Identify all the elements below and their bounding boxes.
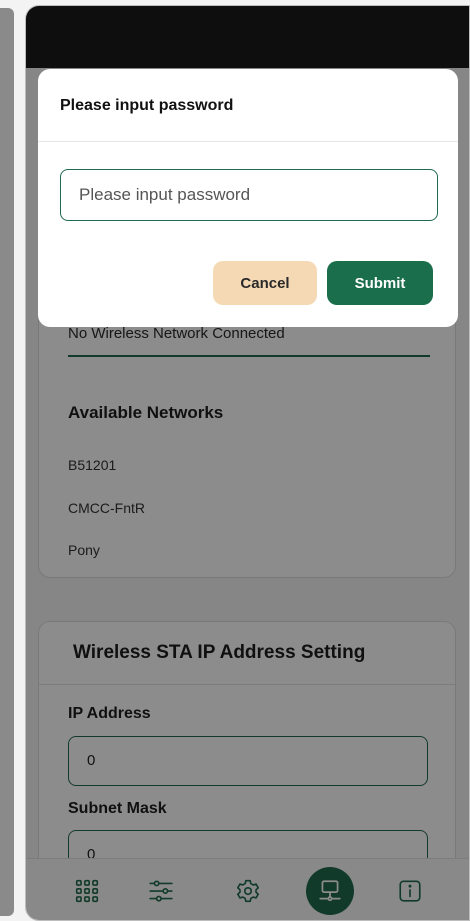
app-screen: No Wireless Network Connected Available …: [25, 5, 470, 921]
password-input[interactable]: [60, 169, 438, 221]
background-window-edge: [0, 8, 14, 916]
submit-button[interactable]: Submit: [327, 261, 433, 305]
dialog-title: Please input password: [60, 97, 234, 114]
password-dialog: Please input password Cancel Submit: [38, 69, 458, 327]
cancel-button[interactable]: Cancel: [213, 261, 317, 305]
dialog-divider: [38, 141, 458, 142]
